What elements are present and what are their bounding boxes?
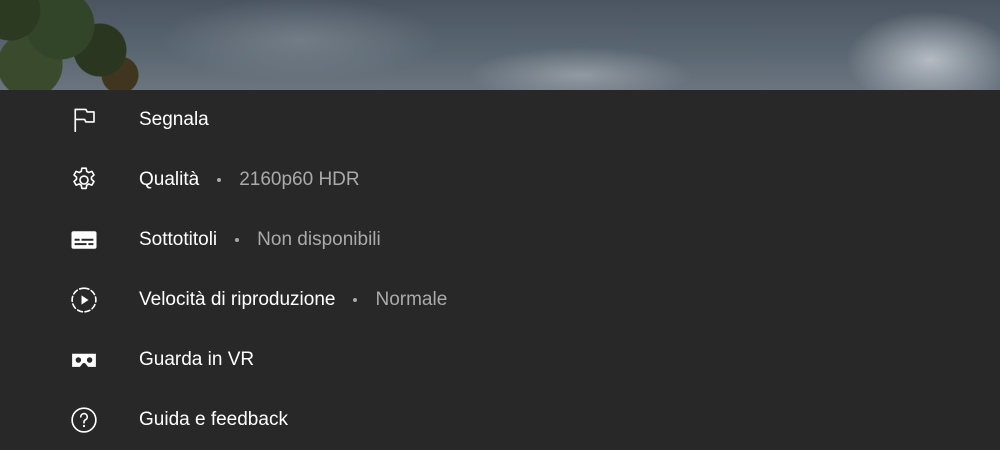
- menu-item-report-text: Segnala: [139, 109, 209, 131]
- flag-icon: [69, 105, 99, 135]
- menu-item-subtitles[interactable]: Sottotitoli Non disponibili: [0, 210, 1000, 270]
- video-frame-tree: [0, 0, 160, 90]
- menu-item-help-feedback-text: Guida e feedback: [139, 409, 288, 431]
- vr-headset-icon: [69, 345, 99, 375]
- settings-menu: Segnala Qualità 2160p60 HDR Sottotitoli …: [0, 90, 1000, 450]
- menu-item-watch-vr-text: Guarda in VR: [139, 349, 254, 371]
- menu-item-subtitles-value: Non disponibili: [257, 229, 381, 250]
- menu-item-help-feedback-label: Guida e feedback: [139, 409, 288, 430]
- menu-item-playback-speed-label: Velocità di riproduzione: [139, 289, 336, 310]
- gear-icon: [69, 165, 99, 195]
- menu-item-watch-vr-label: Guarda in VR: [139, 349, 255, 370]
- separator-dot: [217, 178, 222, 182]
- menu-item-quality[interactable]: Qualità 2160p60 HDR: [0, 150, 1000, 210]
- menu-item-quality-value: 2160p60 HDR: [239, 169, 360, 190]
- video-frame[interactable]: [0, 0, 1000, 90]
- menu-item-playback-speed-text: Velocità di riproduzione Normale: [139, 289, 447, 311]
- subtitles-icon: [69, 225, 99, 255]
- menu-item-playback-speed-value: Normale: [375, 289, 448, 310]
- menu-item-quality-text: Qualità 2160p60 HDR: [139, 169, 360, 191]
- separator-dot: [235, 238, 240, 242]
- menu-item-playback-speed[interactable]: Velocità di riproduzione Normale: [0, 270, 1000, 330]
- app-root: Segnala Qualità 2160p60 HDR Sottotitoli …: [0, 0, 1000, 450]
- playback-speed-icon: [69, 285, 99, 315]
- menu-item-report[interactable]: Segnala: [0, 90, 1000, 150]
- menu-item-subtitles-label: Sottotitoli: [139, 229, 218, 250]
- menu-item-quality-label: Qualità: [139, 169, 200, 190]
- separator-dot: [353, 298, 358, 302]
- menu-item-help-feedback[interactable]: Guida e feedback: [0, 390, 1000, 450]
- menu-item-subtitles-text: Sottotitoli Non disponibili: [139, 229, 381, 251]
- help-icon: [69, 405, 99, 435]
- menu-item-report-label: Segnala: [139, 109, 209, 130]
- menu-item-watch-vr[interactable]: Guarda in VR: [0, 330, 1000, 390]
